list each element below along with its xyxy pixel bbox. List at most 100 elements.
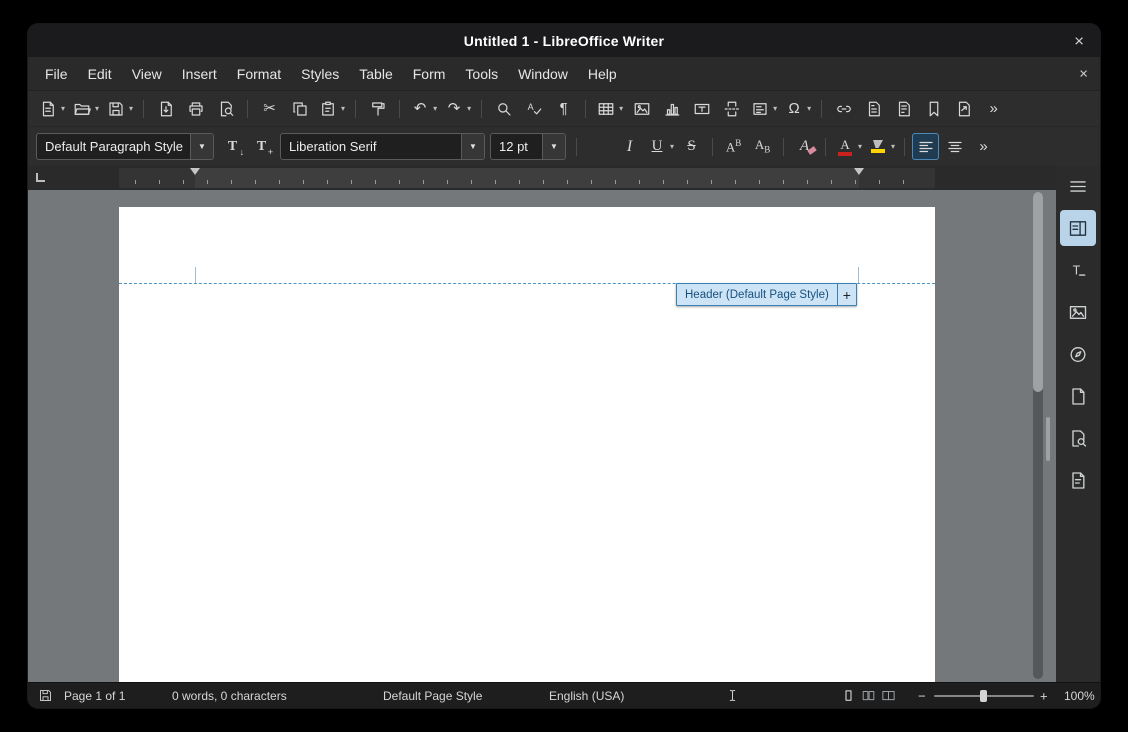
special-character-button[interactable]: Ω ▾ xyxy=(782,95,813,122)
menu-form[interactable]: Form xyxy=(403,57,456,90)
font-color-button[interactable]: A ▾ xyxy=(833,133,864,160)
statusbar-word-count[interactable]: 0 words, 0 characters xyxy=(172,689,287,703)
insert-footnote-button[interactable] xyxy=(860,95,887,122)
insert-image-button[interactable] xyxy=(628,95,655,122)
dropdown-arrow-icon[interactable]: ▾ xyxy=(773,104,777,113)
ruler-right-indent-marker[interactable] xyxy=(854,168,864,175)
statusbar-language[interactable]: English (USA) xyxy=(549,689,624,703)
menu-view[interactable]: View xyxy=(122,57,172,90)
zoom-slider[interactable] xyxy=(934,689,1034,703)
vertical-scrollbar[interactable] xyxy=(1033,192,1043,679)
align-center-button[interactable] xyxy=(941,133,968,160)
print-button[interactable] xyxy=(182,95,209,122)
font-name-dropdown-icon[interactable]: ▼ xyxy=(461,134,484,159)
bold-button[interactable]: B xyxy=(587,133,614,374)
insert-field-button[interactable]: ▾ xyxy=(748,95,779,122)
menu-help[interactable]: Help xyxy=(578,57,627,90)
dropdown-arrow-icon[interactable]: ▾ xyxy=(341,104,345,113)
document-close-button[interactable]: × xyxy=(1079,66,1088,81)
sidebar-settings-button[interactable] xyxy=(1060,168,1096,204)
book-view-button[interactable] xyxy=(881,688,897,704)
superscript-button[interactable]: AB xyxy=(720,133,747,160)
document-page[interactable]: Header (Default Page Style) + xyxy=(119,207,935,682)
clone-formatting-button[interactable] xyxy=(364,95,391,122)
undo-button[interactable]: ↶ ▾ xyxy=(408,95,439,122)
sidebar-tab-gallery[interactable] xyxy=(1060,294,1096,330)
formatting-overflow-button[interactable]: » xyxy=(970,133,997,160)
paste-button[interactable]: ▾ xyxy=(316,95,347,122)
insert-bookmark-button[interactable] xyxy=(920,95,947,122)
menu-insert[interactable]: Insert xyxy=(172,57,227,90)
insert-hyperlink-button[interactable] xyxy=(830,95,857,122)
find-replace-button[interactable] xyxy=(490,95,517,122)
page-break-button[interactable] xyxy=(718,95,745,122)
sidebar-tab-accessibility-check[interactable] xyxy=(1060,462,1096,498)
menu-styles[interactable]: Styles xyxy=(291,57,349,90)
insert-table-button[interactable]: ▾ xyxy=(594,95,625,122)
dropdown-arrow-icon[interactable]: ▾ xyxy=(891,142,895,151)
dropdown-arrow-icon[interactable]: ▾ xyxy=(670,142,674,151)
subscript-button[interactable]: AB xyxy=(749,133,776,160)
export-pdf-button[interactable] xyxy=(152,95,179,122)
font-name-combobox[interactable]: Liberation Serif ▼ xyxy=(280,133,485,160)
vertical-scrollbar-thumb[interactable] xyxy=(1033,192,1043,392)
horizontal-ruler[interactable] xyxy=(119,168,935,188)
dropdown-arrow-icon[interactable]: ▾ xyxy=(433,104,437,113)
insert-textbox-button[interactable] xyxy=(688,95,715,122)
insert-endnote-button[interactable] xyxy=(890,95,917,122)
save-button[interactable]: ▾ xyxy=(104,95,135,122)
cross-reference-button[interactable] xyxy=(950,95,977,122)
clear-formatting-button[interactable]: A xyxy=(791,133,818,160)
sidebar-tab-properties[interactable] xyxy=(1060,210,1096,246)
zoom-out-button[interactable]: − xyxy=(918,688,926,703)
underline-button[interactable]: U ▾ xyxy=(645,133,676,160)
tab-stop-selector[interactable] xyxy=(36,173,45,182)
new-document-button[interactable]: ▾ xyxy=(36,95,67,122)
paragraph-style-dropdown-icon[interactable]: ▼ xyxy=(190,134,213,159)
insert-chart-button[interactable] xyxy=(658,95,685,122)
zoom-percentage[interactable]: 100% xyxy=(1064,689,1095,703)
new-style-button[interactable]: T + xyxy=(248,133,275,160)
font-size-combobox[interactable]: 12 pt ▼ xyxy=(490,133,566,160)
multi-page-view-button[interactable] xyxy=(861,688,877,704)
dropdown-arrow-icon[interactable]: ▾ xyxy=(858,142,862,151)
header-add-button[interactable]: + xyxy=(836,284,856,305)
window-close-button[interactable]: × xyxy=(1074,32,1084,49)
print-preview-button[interactable] xyxy=(212,95,239,122)
spelling-button[interactable]: A xyxy=(520,95,547,122)
save-status-icon[interactable] xyxy=(38,688,54,704)
sidebar-tab-style-inspector[interactable] xyxy=(1060,420,1096,456)
sidebar-splitter-handle[interactable] xyxy=(1046,417,1050,461)
dropdown-arrow-icon[interactable]: ▾ xyxy=(807,104,811,113)
font-size-dropdown-icon[interactable]: ▼ xyxy=(542,134,565,159)
sidebar-tab-styles[interactable]: T xyxy=(1060,252,1096,288)
menu-table[interactable]: Table xyxy=(349,57,402,90)
sidebar-tab-navigator[interactable] xyxy=(1060,336,1096,372)
menu-format[interactable]: Format xyxy=(227,57,291,90)
insert-mode-icon[interactable] xyxy=(725,688,741,704)
menu-file[interactable]: File xyxy=(35,57,78,90)
highlight-color-button[interactable]: ▾ xyxy=(866,133,897,160)
dropdown-arrow-icon[interactable]: ▾ xyxy=(129,104,133,113)
open-button[interactable]: ▾ xyxy=(70,95,101,122)
copy-button[interactable] xyxy=(286,95,313,122)
sidebar-tab-page[interactable] xyxy=(1060,378,1096,414)
titlebar[interactable]: Untitled 1 - LibreOffice Writer × xyxy=(28,24,1100,57)
statusbar-page-count[interactable]: Page 1 of 1 xyxy=(64,689,125,703)
header-callout[interactable]: Header (Default Page Style) + xyxy=(676,283,857,306)
italic-button[interactable]: I xyxy=(616,133,643,160)
strikethrough-button[interactable]: S xyxy=(678,133,705,160)
dropdown-arrow-icon[interactable]: ▾ xyxy=(467,104,471,113)
cut-button[interactable]: ✂ xyxy=(256,95,283,122)
menu-tools[interactable]: Tools xyxy=(455,57,508,90)
paragraph-style-combobox[interactable]: Default Paragraph Style ▼ xyxy=(36,133,214,160)
dropdown-arrow-icon[interactable]: ▾ xyxy=(61,104,65,113)
zoom-in-button[interactable]: + xyxy=(1040,688,1048,703)
update-style-button[interactable]: T ↓ xyxy=(219,133,246,160)
formatting-marks-button[interactable]: ¶ xyxy=(550,95,577,122)
dropdown-arrow-icon[interactable]: ▾ xyxy=(619,104,623,113)
statusbar-page-style[interactable]: Default Page Style xyxy=(383,689,482,703)
standard-overflow-button[interactable]: » xyxy=(980,95,1007,122)
ruler-left-indent-marker[interactable] xyxy=(190,168,200,175)
menu-window[interactable]: Window xyxy=(508,57,578,90)
